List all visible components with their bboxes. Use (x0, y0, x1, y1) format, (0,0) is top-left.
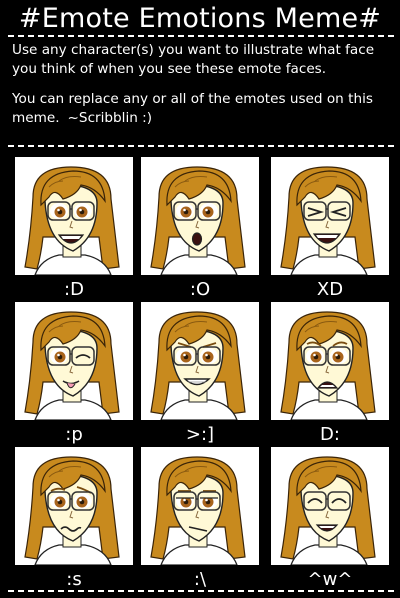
page-title: #Emote Emotions Meme# (18, 3, 382, 34)
emote-label-4: :p (65, 424, 83, 445)
emote-panel-4 (15, 302, 133, 420)
signature: ~Scribblin :) (67, 110, 153, 126)
emote-label-9: ^w^ (307, 569, 353, 590)
emote-label-8: :\ (193, 569, 207, 590)
bottom-divider (8, 590, 394, 592)
character-face-surprised (150, 166, 246, 275)
character-face-tongue-wink (24, 311, 120, 420)
emote-panel-3 (271, 157, 389, 275)
instruction-line-2: You can replace any or all of the emotes… (12, 90, 394, 128)
top-divider (8, 35, 394, 37)
instruction-line-1: Use any character(s) you want to illustr… (12, 42, 375, 77)
emote-label-6: D: (320, 424, 340, 445)
character-face-happy-closed (280, 456, 376, 565)
character-face-confused (24, 456, 120, 565)
emote-panel-1 (15, 157, 133, 275)
emote-panel-6 (271, 302, 389, 420)
emote-panel-8 (141, 447, 259, 565)
character-face-laughing-squint (280, 166, 376, 275)
emote-label-7: :s (66, 569, 82, 590)
emote-label-2: :O (189, 279, 211, 300)
middle-divider (8, 145, 394, 147)
character-face-big-grin (24, 166, 120, 275)
instruction-line-2-text: You can replace any or all of the emotes… (12, 91, 373, 126)
emote-panel-2 (141, 157, 259, 275)
emote-label-3: XD (316, 279, 344, 300)
emote-panel-5 (141, 302, 259, 420)
character-face-smirk-grin (150, 311, 246, 420)
emote-panel-7 (15, 447, 133, 565)
character-face-worried (280, 311, 376, 420)
emote-label-1: :D (64, 279, 84, 300)
character-face-unimpressed (150, 456, 246, 565)
emote-label-5: >:] (185, 424, 215, 445)
emote-panel-9 (271, 447, 389, 565)
